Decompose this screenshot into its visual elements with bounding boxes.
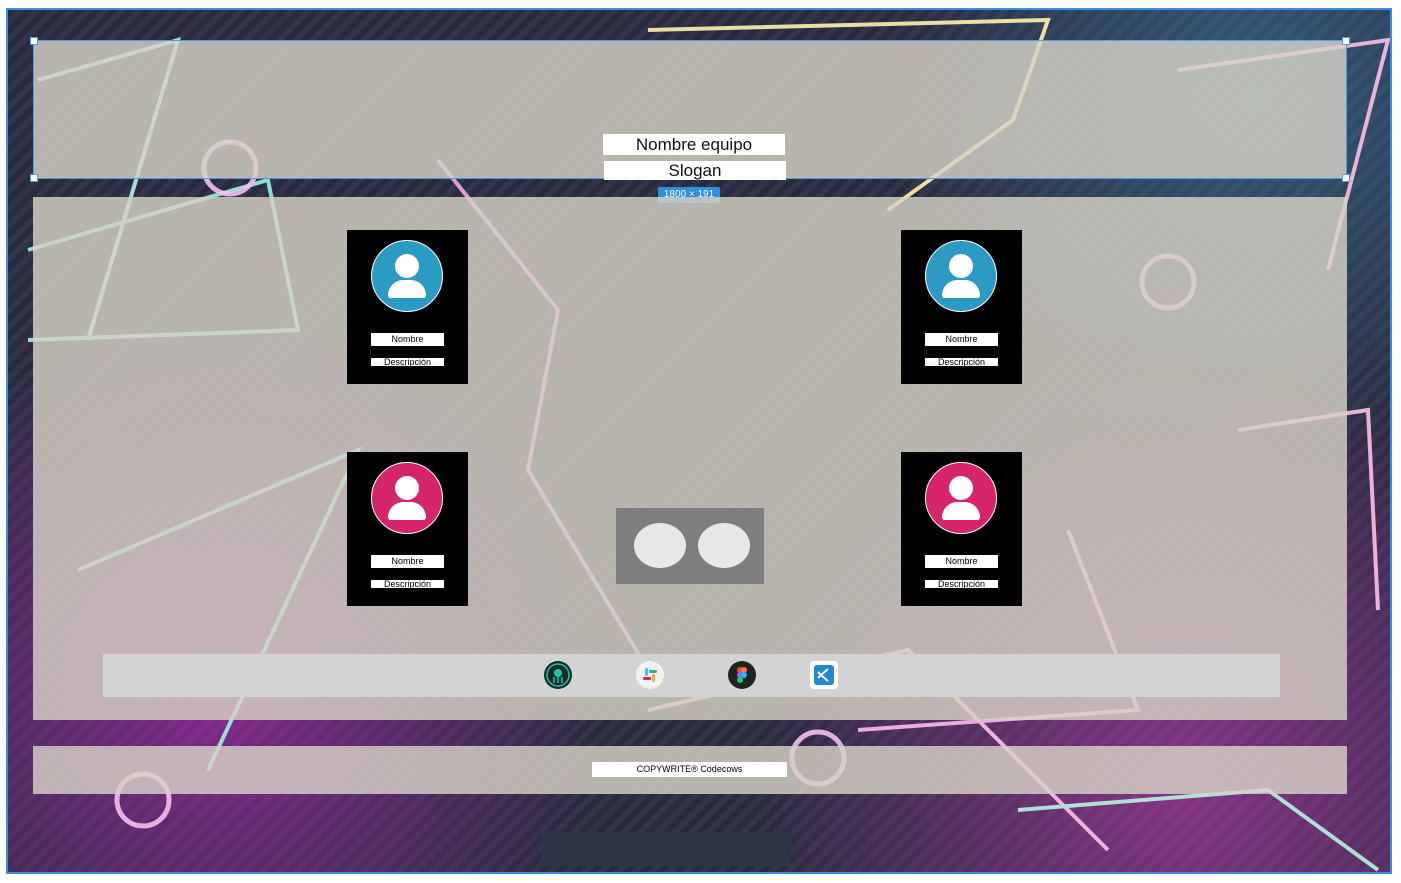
team-section: Nombre Descripción Nombre Descripción No… — [33, 197, 1347, 720]
right-oval-shape — [698, 523, 750, 568]
resize-handle-bottom-left[interactable] — [30, 174, 38, 182]
slogan-field[interactable]: Slogan — [604, 161, 786, 180]
member-card[interactable]: Nombre Descripción — [901, 230, 1022, 384]
left-oval-shape — [634, 523, 686, 568]
copyright-text: COPYWRITE® Codecows — [592, 762, 787, 777]
member-description: Descripción — [371, 358, 444, 366]
user-avatar-icon — [925, 240, 997, 312]
vscode-icon[interactable] — [810, 661, 838, 689]
member-description: Descripción — [925, 358, 998, 366]
resize-handle-top-left[interactable] — [30, 37, 38, 45]
user-avatar-icon — [371, 462, 443, 534]
team-name-field[interactable]: Nombre equipo — [603, 134, 785, 155]
user-avatar-icon — [371, 240, 443, 312]
member-name: Nombre — [371, 333, 444, 346]
member-card[interactable]: Nombre Descripción — [347, 452, 468, 606]
header-section[interactable] — [30, 37, 1350, 182]
member-name: Nombre — [925, 555, 998, 568]
member-name: Nombre — [925, 333, 998, 346]
footer-section: COPYWRITE® Codecows — [33, 746, 1347, 794]
figma-icon[interactable] — [728, 661, 756, 689]
gitkraken-icon[interactable] — [544, 661, 572, 689]
resize-handle-top-right[interactable] — [1342, 37, 1350, 45]
resize-handle-bottom-right[interactable] — [1342, 174, 1350, 182]
member-description: Descripción — [925, 580, 998, 588]
member-description: Descripción — [371, 580, 444, 588]
slack-icon[interactable] — [636, 661, 664, 689]
bottom-panel — [541, 832, 791, 866]
logo-placeholder — [616, 508, 764, 584]
member-name: Nombre — [371, 555, 444, 568]
user-avatar-icon — [925, 462, 997, 534]
member-card[interactable]: Nombre Descripción — [347, 230, 468, 384]
tools-bar — [103, 654, 1280, 697]
member-card[interactable]: Nombre Descripción — [901, 452, 1022, 606]
